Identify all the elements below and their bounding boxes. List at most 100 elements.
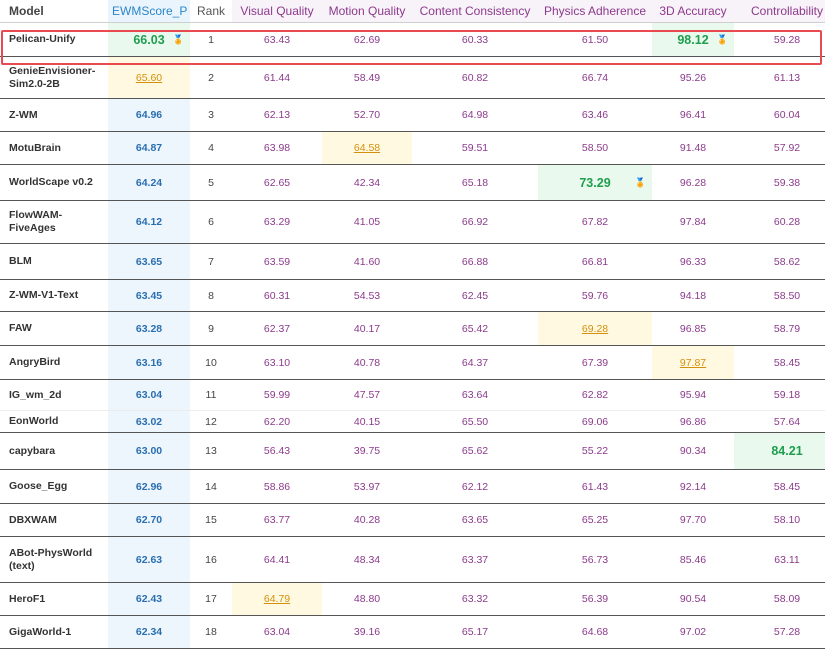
3d-accuracy-cell-value: 92.14	[679, 480, 707, 493]
physics-adherence-cell: 67.82	[538, 200, 652, 244]
motion-quality-cell-value: 39.16	[353, 626, 381, 638]
column-header-3d-accuracy[interactable]: 3D Accuracy	[652, 0, 734, 23]
model-name-cell-value: WorldScape v0.2	[9, 176, 93, 188]
model-name-cell-value: DBXWAM	[9, 513, 57, 526]
rank-cell-value: 16	[205, 553, 217, 566]
table-row[interactable]: FlowWAM-FiveAges 64.12 6 63.29 41.05 66.92 67.…	[0, 200, 825, 244]
rank-cell-value: 3	[208, 109, 214, 121]
table-row[interactable]: GenieEnvisioner-Sim2.0-2B 65.60 2 61.44 58.4…	[0, 56, 825, 99]
3d-accuracy-cell: 94.18	[652, 279, 734, 312]
content-consistency-cell: 63.64	[412, 379, 538, 411]
column-header-motion-quality[interactable]: Motion Quality	[322, 0, 412, 23]
physics-adherence-cell: 66.81	[538, 243, 652, 280]
ewmscore-cell-value: 64.87	[135, 142, 163, 154]
rank-cell-value: 13	[205, 445, 217, 457]
column-header-model[interactable]: Model	[0, 0, 108, 23]
rank-cell: 4	[190, 131, 232, 165]
table-row[interactable]: EonWorld 63.02 12 62.20 40.15 65.50 69.06 96.86…	[0, 410, 825, 433]
table-row[interactable]: BLM 63.65 7 63.59 41.60 66.88 66.81 96.33 58.62	[0, 243, 825, 280]
rank-cell: 13	[190, 432, 232, 470]
visual-quality-cell-value: 56.43	[263, 445, 291, 457]
ewmscore-cell: 63.16	[108, 345, 190, 380]
table-row[interactable]: ABot-PhysWorld (text) 62.63 16 64.41 48.34 63…	[0, 536, 825, 583]
physics-adherence-cell: 65.25	[538, 503, 652, 537]
column-header-rank[interactable]: Rank	[190, 0, 232, 23]
model-name-cell: FlowWAM-FiveAges	[0, 200, 108, 244]
visual-quality-cell-value: 64.79	[263, 593, 291, 605]
table-row[interactable]: DBXWAM 62.70 15 63.77 40.28 63.65 65.25 97.70 58…	[0, 503, 825, 537]
ewmscore-cell-value: 65.60	[135, 71, 163, 84]
ewmscore-cell: 63.28	[108, 311, 190, 346]
ewmscore-cell-value: 63.65	[135, 255, 163, 268]
visual-quality-cell-value: 63.98	[263, 142, 291, 154]
rank-cell: 6	[190, 200, 232, 244]
3d-accuracy-cell-value: 90.34	[679, 445, 707, 457]
ewmscore-cell-value: 63.28	[135, 322, 163, 335]
ewmscore-cell-value: 62.96	[135, 480, 163, 493]
ewmscore-cell: 63.65	[108, 243, 190, 280]
content-consistency-cell: 63.65	[412, 503, 538, 537]
3d-accuracy-cell-value: 97.02	[679, 626, 707, 638]
table-row[interactable]: Goose_Egg 62.96 14 58.86 53.97 62.12 61.43 92.1…	[0, 469, 825, 504]
rank-cell: 7	[190, 243, 232, 280]
table-row[interactable]: capybara 63.00 13 56.43 39.75 65.62 55.22 90.34…	[0, 432, 825, 470]
model-name-cell: GigaWorld-1	[0, 615, 108, 649]
model-name-cell-value: GenieEnvisioner-Sim2.0-2B	[9, 64, 96, 90]
table-row[interactable]: IG_wm_2d 63.04 11 59.99 47.57 63.64 62.82 95.94…	[0, 379, 825, 411]
visual-quality-cell: 63.43	[232, 22, 322, 57]
ewmscore-cell: 63.04	[108, 379, 190, 411]
physics-adherence-cell-value: 61.43	[581, 480, 609, 493]
motion-quality-cell: 53.97	[322, 469, 412, 504]
visual-quality-cell: 62.65	[232, 164, 322, 201]
motion-quality-cell-value: 40.17	[353, 322, 381, 335]
table-row[interactable]: FAW 63.28 9 62.37 40.17 65.42 69.28 96.85 58.79	[0, 311, 825, 346]
visual-quality-cell: 64.41	[232, 536, 322, 583]
table-row[interactable]: MotuBrain 64.87 4 63.98 64.58 59.51 58.50 91.48…	[0, 131, 825, 165]
content-consistency-cell: 60.82	[412, 56, 538, 99]
model-name-cell-value: AngryBird	[9, 356, 61, 368]
3d-accuracy-cell-value: 96.33	[679, 255, 707, 268]
ewmscore-cell-value: 63.04	[135, 389, 163, 401]
visual-quality-cell: 58.86	[232, 469, 322, 504]
motion-quality-cell-value: 40.28	[353, 514, 381, 526]
model-name-cell-value: capybara	[9, 444, 56, 457]
content-consistency-cell-value: 65.18	[461, 176, 489, 189]
motion-quality-cell-value: 48.80	[353, 593, 381, 605]
rank-cell: 11	[190, 379, 232, 411]
column-header-visual-quality[interactable]: Visual Quality	[232, 0, 322, 23]
model-name-cell: EonWorld	[0, 410, 108, 433]
controllability-cell-value: 63.11	[774, 553, 800, 566]
physics-adherence-cell: 56.73	[538, 536, 652, 583]
motion-quality-cell: 48.80	[322, 582, 412, 616]
ewmscore-cell-value: 64.12	[135, 216, 163, 228]
controllability-cell: 59.18	[734, 379, 825, 411]
3d-accuracy-cell-value: 96.28	[679, 176, 707, 189]
ewmscore-cell: 64.12	[108, 200, 190, 244]
table-row[interactable]: WorldScape v0.2 64.24 5 62.65 42.34 65.18 73.2…	[0, 164, 825, 201]
column-header-physics-adherence[interactable]: Physics Adherence	[538, 0, 652, 23]
content-consistency-cell: 65.50	[412, 410, 538, 433]
content-consistency-cell-value: 62.45	[461, 289, 489, 302]
motion-quality-cell: 40.17	[322, 311, 412, 346]
table-row[interactable]: Pelican-Unify 66.03 🏅 1 63.43 62.69 60.33 61.50…	[0, 22, 825, 57]
model-name-cell: BLM	[0, 243, 108, 280]
ewmscore-cell: 66.03 🏅	[108, 22, 190, 57]
ewmscore-cell: 62.34	[108, 615, 190, 649]
table-row[interactable]: HeroF1 62.43 17 64.79 48.80 63.32 56.39 90.54 58…	[0, 582, 825, 616]
table-row[interactable]: Z-WM 64.96 3 62.13 52.70 64.98 63.46 96.41 60.04	[0, 98, 825, 132]
controllability-cell-value: 58.45	[773, 356, 801, 369]
model-name-cell-value: GigaWorld-1	[9, 625, 72, 638]
visual-quality-cell: 62.37	[232, 311, 322, 346]
motion-quality-cell-value: 40.78	[353, 356, 381, 369]
physics-adherence-cell-value: 56.73	[581, 553, 609, 566]
3d-accuracy-cell: 97.70	[652, 503, 734, 537]
column-header-controllability[interactable]: Controllability	[734, 0, 825, 23]
table-row[interactable]: AngryBird 63.16 10 63.10 40.78 64.37 67.39 97.8…	[0, 345, 825, 380]
table-row[interactable]: Z-WM-V1-Text 63.45 8 60.31 54.53 62.45 59.76 94…	[0, 279, 825, 312]
visual-quality-cell: 60.31	[232, 279, 322, 312]
controllability-cell-value: 58.09	[773, 593, 801, 605]
column-header-ewmscore[interactable]: EWMScore_P	[108, 0, 190, 23]
column-header-content-consistency[interactable]: Content Consistency	[412, 0, 538, 23]
model-name-cell-value: EonWorld	[9, 415, 59, 427]
table-row[interactable]: GigaWorld-1 62.34 18 63.04 39.16 65.17 64.68 97…	[0, 615, 825, 649]
